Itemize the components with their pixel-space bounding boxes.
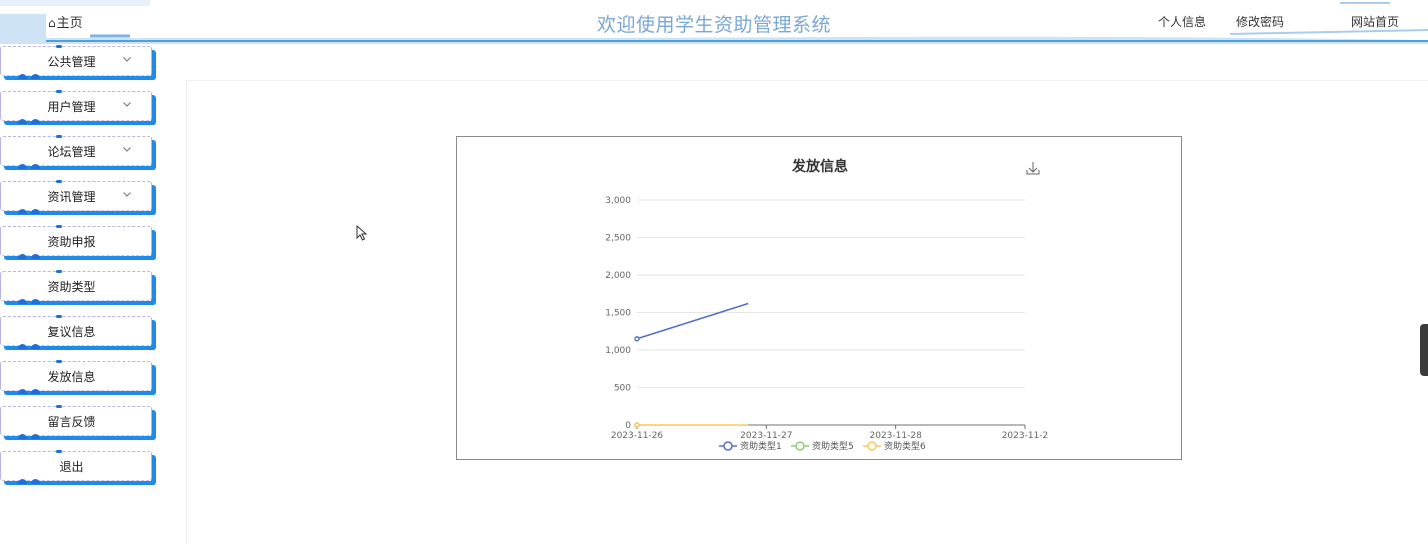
legend-marker: [723, 441, 733, 451]
x-tick-label: 2023-11-26: [611, 431, 664, 441]
nav-profile[interactable]: 个人信息: [1158, 13, 1206, 30]
top-header: ⌂主页 欢迎使用学生资助管理系统 个人信息 修改密码 网站首页: [0, 0, 1428, 44]
series-line-1: [636, 302, 749, 340]
menu-dots-decoration: [18, 433, 42, 439]
scrollbar-thumb[interactable]: [1420, 324, 1428, 376]
legend-label: 资助类型1: [740, 440, 782, 452]
sidebar-item-4[interactable]: 资讯管理: [0, 180, 156, 215]
sidebar-item-label: 资助申报: [47, 235, 96, 249]
sidebar: 公共管理用户管理论坛管理资讯管理资助申报资助类型复议信息发放信息留言反馈退出: [0, 45, 160, 544]
menu-tab-decoration: [56, 45, 62, 48]
nav-site-home[interactable]: 网站首页: [1351, 13, 1399, 30]
legend-label: 资助类型6: [884, 440, 926, 452]
sidebar-item-5[interactable]: 资助申报: [0, 225, 156, 260]
menu-dots-decoration: [18, 388, 42, 394]
menu-dots-decoration: [18, 118, 42, 124]
menu-tab-decoration: [56, 405, 62, 408]
line-chart: 发放信息 0 500 1,000 1,500 2,000 2,500 3,000 2023-11…: [605, 158, 1049, 452]
menu-tab-decoration: [56, 180, 62, 183]
sidebar-item-label: 留言反馈: [47, 415, 96, 429]
legend-label: 资助类型5: [812, 440, 854, 452]
sidebar-item-9[interactable]: 留言反馈: [0, 405, 156, 440]
sidebar-item-3[interactable]: 论坛管理: [0, 135, 156, 170]
y-tick-label: 500: [614, 384, 631, 394]
x-tick-label: 2023-11-2: [1002, 431, 1049, 441]
menu-dots-decoration: [18, 73, 42, 79]
sidebar-item-label: 发放信息: [47, 370, 96, 384]
sidebar-item-7[interactable]: 复议信息: [0, 315, 156, 350]
y-tick-label: 0: [625, 421, 631, 431]
menu-dots-decoration: [18, 343, 42, 349]
nav-change-password[interactable]: 修改密码: [1236, 13, 1284, 30]
y-tick-label: 1,000: [605, 346, 631, 356]
chart-title: 发放信息: [791, 158, 848, 175]
legend-marker: [795, 441, 805, 451]
mouse-cursor-icon: [356, 225, 368, 241]
menu-tab-decoration: [56, 225, 62, 228]
menu-tab-decoration: [56, 450, 62, 453]
chevron-down-icon: [123, 102, 131, 107]
chevron-down-icon: [123, 192, 131, 197]
menu-tab-decoration: [56, 315, 62, 318]
chevron-down-icon: [123, 57, 131, 62]
sidebar-item-6[interactable]: 资助类型: [0, 270, 156, 305]
menu-tab-decoration: [56, 270, 62, 273]
menu-dots-decoration: [18, 163, 42, 169]
chart-panel: 发放信息 0 500 1,000 1,500 2,000 2,500 3,000 2023-11…: [456, 136, 1182, 460]
menu-dots-decoration: [18, 208, 42, 214]
sidebar-item-10[interactable]: 退出: [0, 450, 156, 485]
menu-dots-decoration: [18, 253, 42, 259]
download-icon[interactable]: [1026, 162, 1040, 175]
menu-dots-decoration: [18, 298, 42, 304]
sidebar-item-1[interactable]: 公共管理: [0, 45, 156, 80]
data-point: [634, 336, 640, 342]
y-tick-label: 2,500: [605, 234, 631, 244]
menu-tab-decoration: [56, 135, 62, 138]
sidebar-item-label: 资助类型: [47, 280, 96, 294]
x-tick-label: 2023-11-27: [740, 431, 792, 441]
y-tick-label: 2,000: [605, 271, 631, 281]
sidebar-item-label: 退出: [59, 460, 84, 474]
sidebar-item-8[interactable]: 发放信息: [0, 360, 156, 395]
menu-tab-decoration: [56, 90, 62, 93]
y-tick-label: 1,500: [605, 309, 631, 319]
data-point: [634, 422, 640, 428]
menu-dots-decoration: [18, 478, 42, 484]
y-tick-label: 3,000: [605, 196, 631, 206]
legend-marker: [867, 441, 877, 451]
x-tick-label: 2023-11-28: [870, 431, 923, 441]
chevron-down-icon: [123, 147, 131, 152]
sidebar-item-label: 复议信息: [47, 325, 96, 339]
app-window: ⌂主页 欢迎使用学生资助管理系统 个人信息 修改密码 网站首页 公共管理用户管理…: [0, 0, 1428, 544]
menu-tab-decoration: [56, 360, 62, 363]
page-title: 欢迎使用学生资助管理系统: [596, 14, 831, 36]
sidebar-item-2[interactable]: 用户管理: [0, 90, 156, 125]
